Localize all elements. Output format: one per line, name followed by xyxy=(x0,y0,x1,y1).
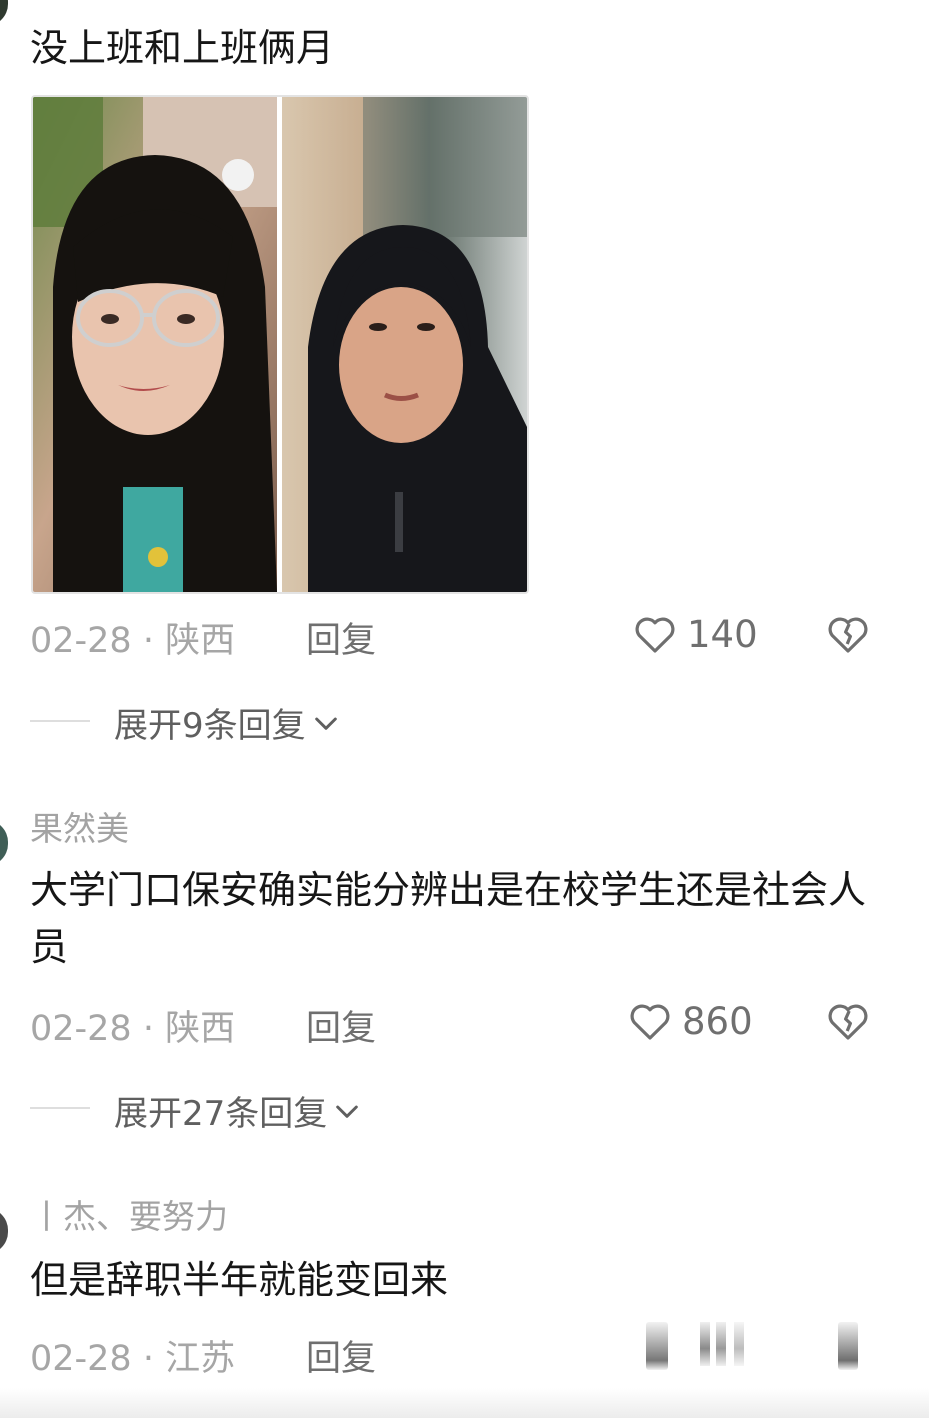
avatar[interactable] xyxy=(0,0,8,26)
broken-heart-icon xyxy=(828,617,868,653)
comment-meta: 02-28 · 陕西 xyxy=(30,612,235,663)
like-button[interactable]: 140 xyxy=(631,610,758,658)
bottom-fade xyxy=(0,1388,929,1418)
meta-separator: · xyxy=(131,621,166,661)
avatar[interactable] xyxy=(0,820,8,866)
chevron-down-icon xyxy=(314,717,337,730)
expand-replies-label: 展开27条回复 xyxy=(114,1094,328,1134)
expand-replies-label: 展开9条回复 xyxy=(114,706,306,746)
loading-placeholder xyxy=(716,1322,726,1366)
comment-location: 陕西 xyxy=(165,621,236,661)
thread-divider xyxy=(30,1107,90,1109)
expand-replies-button[interactable]: 展开9条回复 xyxy=(114,698,342,747)
like-count: 860 xyxy=(682,999,753,1043)
chevron-down-icon xyxy=(336,1105,359,1118)
comment-meta: 02-28 · 江苏 xyxy=(30,1330,235,1381)
comparison-photo xyxy=(33,97,527,592)
comment-date: 02-28 xyxy=(30,621,132,661)
broken-heart-icon xyxy=(828,1004,868,1040)
username[interactable]: 丨杰、要努力 xyxy=(30,1190,228,1238)
dislike-button-loading[interactable] xyxy=(838,1322,858,1370)
like-count: 140 xyxy=(687,612,758,656)
meta-separator: · xyxy=(131,1009,166,1049)
comment-location: 江苏 xyxy=(165,1339,236,1379)
heart-outline-icon xyxy=(635,617,675,653)
thread-divider xyxy=(30,720,90,722)
like-button[interactable]: 860 xyxy=(626,997,753,1045)
reply-button[interactable]: 回复 xyxy=(306,1330,376,1381)
meta-separator: · xyxy=(131,1339,166,1379)
expand-replies-button[interactable]: 展开27条回复 xyxy=(114,1086,363,1135)
comment-text: 但是辞职半年就能变回来 xyxy=(30,1258,449,1302)
heart-outline-icon xyxy=(630,1004,670,1040)
reply-button[interactable]: 回复 xyxy=(306,612,376,663)
reply-button[interactable]: 回复 xyxy=(306,1000,376,1051)
comment-text: 大学门口保安确实能分辨出是在校学生还是社会人员 xyxy=(30,868,867,969)
avatar[interactable] xyxy=(0,1208,8,1254)
like-button-loading[interactable] xyxy=(646,1322,668,1370)
comment-date: 02-28 xyxy=(30,1339,132,1379)
comment-date: 02-28 xyxy=(30,1009,132,1049)
loading-placeholder xyxy=(700,1322,710,1366)
comment-text: 没上班和上班俩月 xyxy=(30,26,335,70)
comment-location: 陕西 xyxy=(165,1009,236,1049)
comment-image[interactable] xyxy=(31,95,529,594)
dislike-button[interactable] xyxy=(824,610,872,662)
loading-placeholder xyxy=(734,1322,744,1366)
username[interactable]: 果然美 xyxy=(30,802,129,850)
dislike-button[interactable] xyxy=(824,997,872,1049)
comment-meta: 02-28 · 陕西 xyxy=(30,1000,235,1051)
